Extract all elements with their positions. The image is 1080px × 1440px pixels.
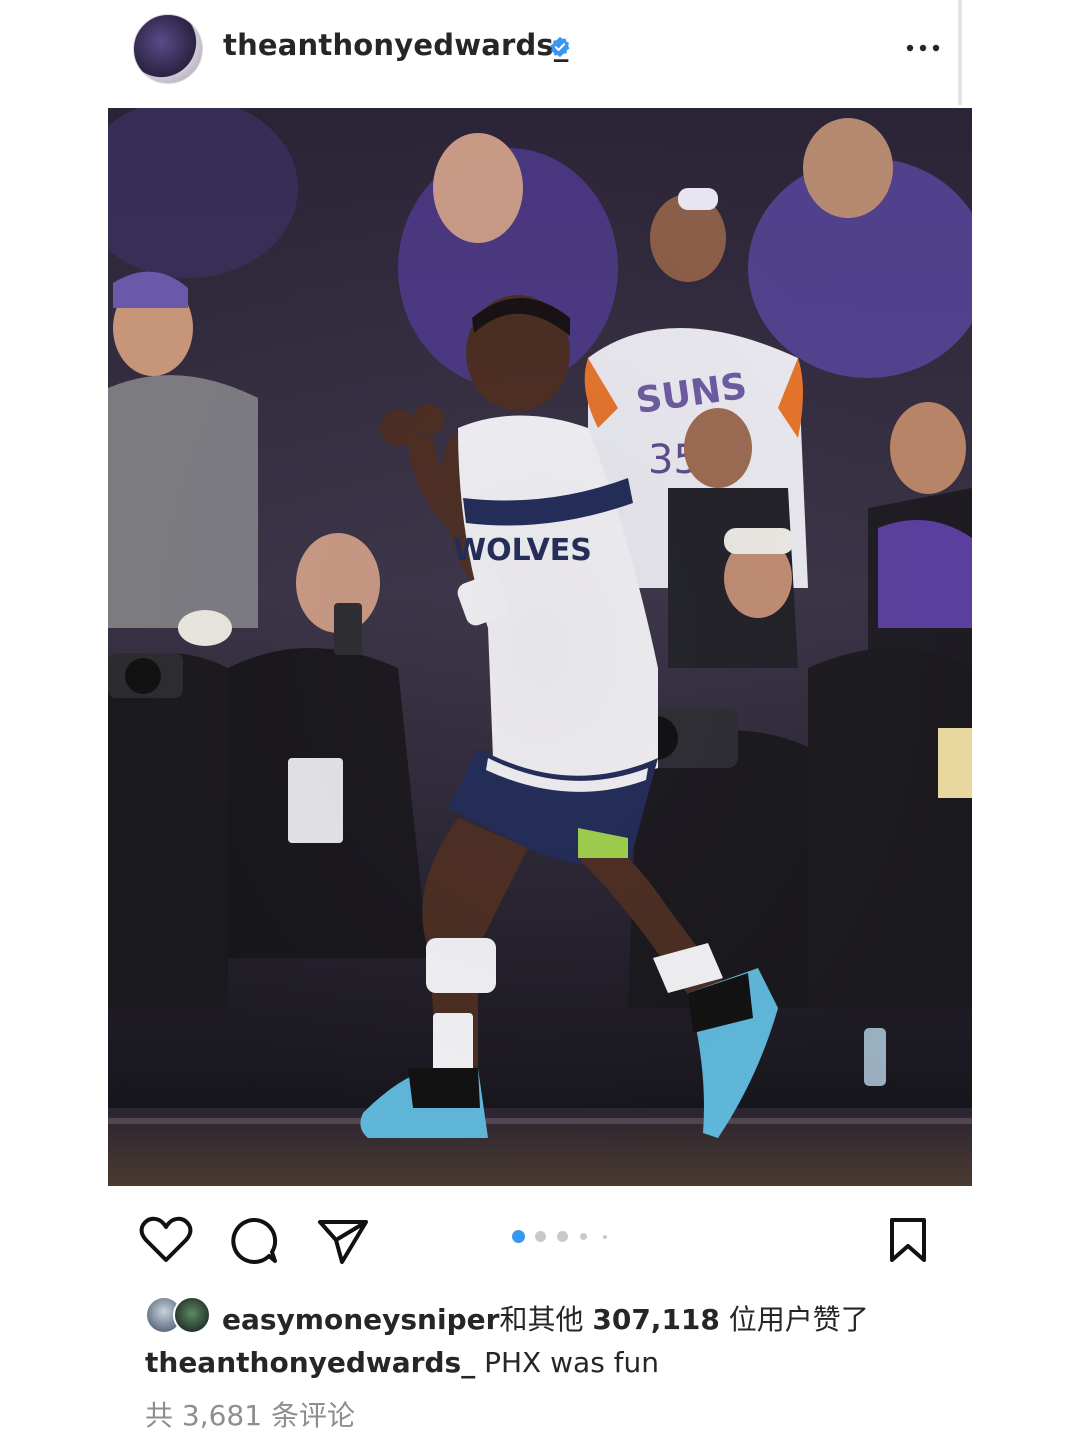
verified-badge-icon [550,36,570,58]
post-username[interactable]: theanthonyedwards_ [223,28,569,62]
avatar [173,1296,211,1334]
post-header: theanthonyedwards_ [0,0,1080,105]
carousel-dot [603,1235,607,1239]
comment-icon[interactable] [229,1216,279,1266]
heart-icon[interactable] [139,1216,193,1264]
profile-avatar[interactable] [133,14,203,84]
liked-suffix: 位用户赞了 [728,1303,869,1336]
caption: theanthonyedwards_ PHX was fun [145,1346,659,1379]
view-comments-link[interactable]: 共 3,681 条评论 [145,1394,355,1434]
carousel-dot-active [512,1230,525,1243]
post-photo[interactable]: SUNS 35 WOLVES [108,108,972,1186]
scrollbar[interactable] [958,0,962,105]
carousel-dot [557,1231,568,1242]
caption-username[interactable]: theanthonyedwards_ [145,1346,475,1379]
more-options-icon[interactable] [903,34,943,62]
send-icon[interactable] [316,1216,370,1266]
carousel-dot [580,1233,587,1240]
bookmark-icon[interactable] [886,1216,930,1264]
likes-summary[interactable]: easymoneysniper和其他 307,118 位用户赞了 [222,1298,869,1338]
carousel-dot [535,1231,546,1242]
caption-text: PHX was fun [484,1346,660,1379]
liked-by-user[interactable]: easymoneysniper [222,1303,499,1336]
like-count: 307,118 [592,1303,720,1336]
liked-by-connector: 和其他 [499,1303,584,1336]
